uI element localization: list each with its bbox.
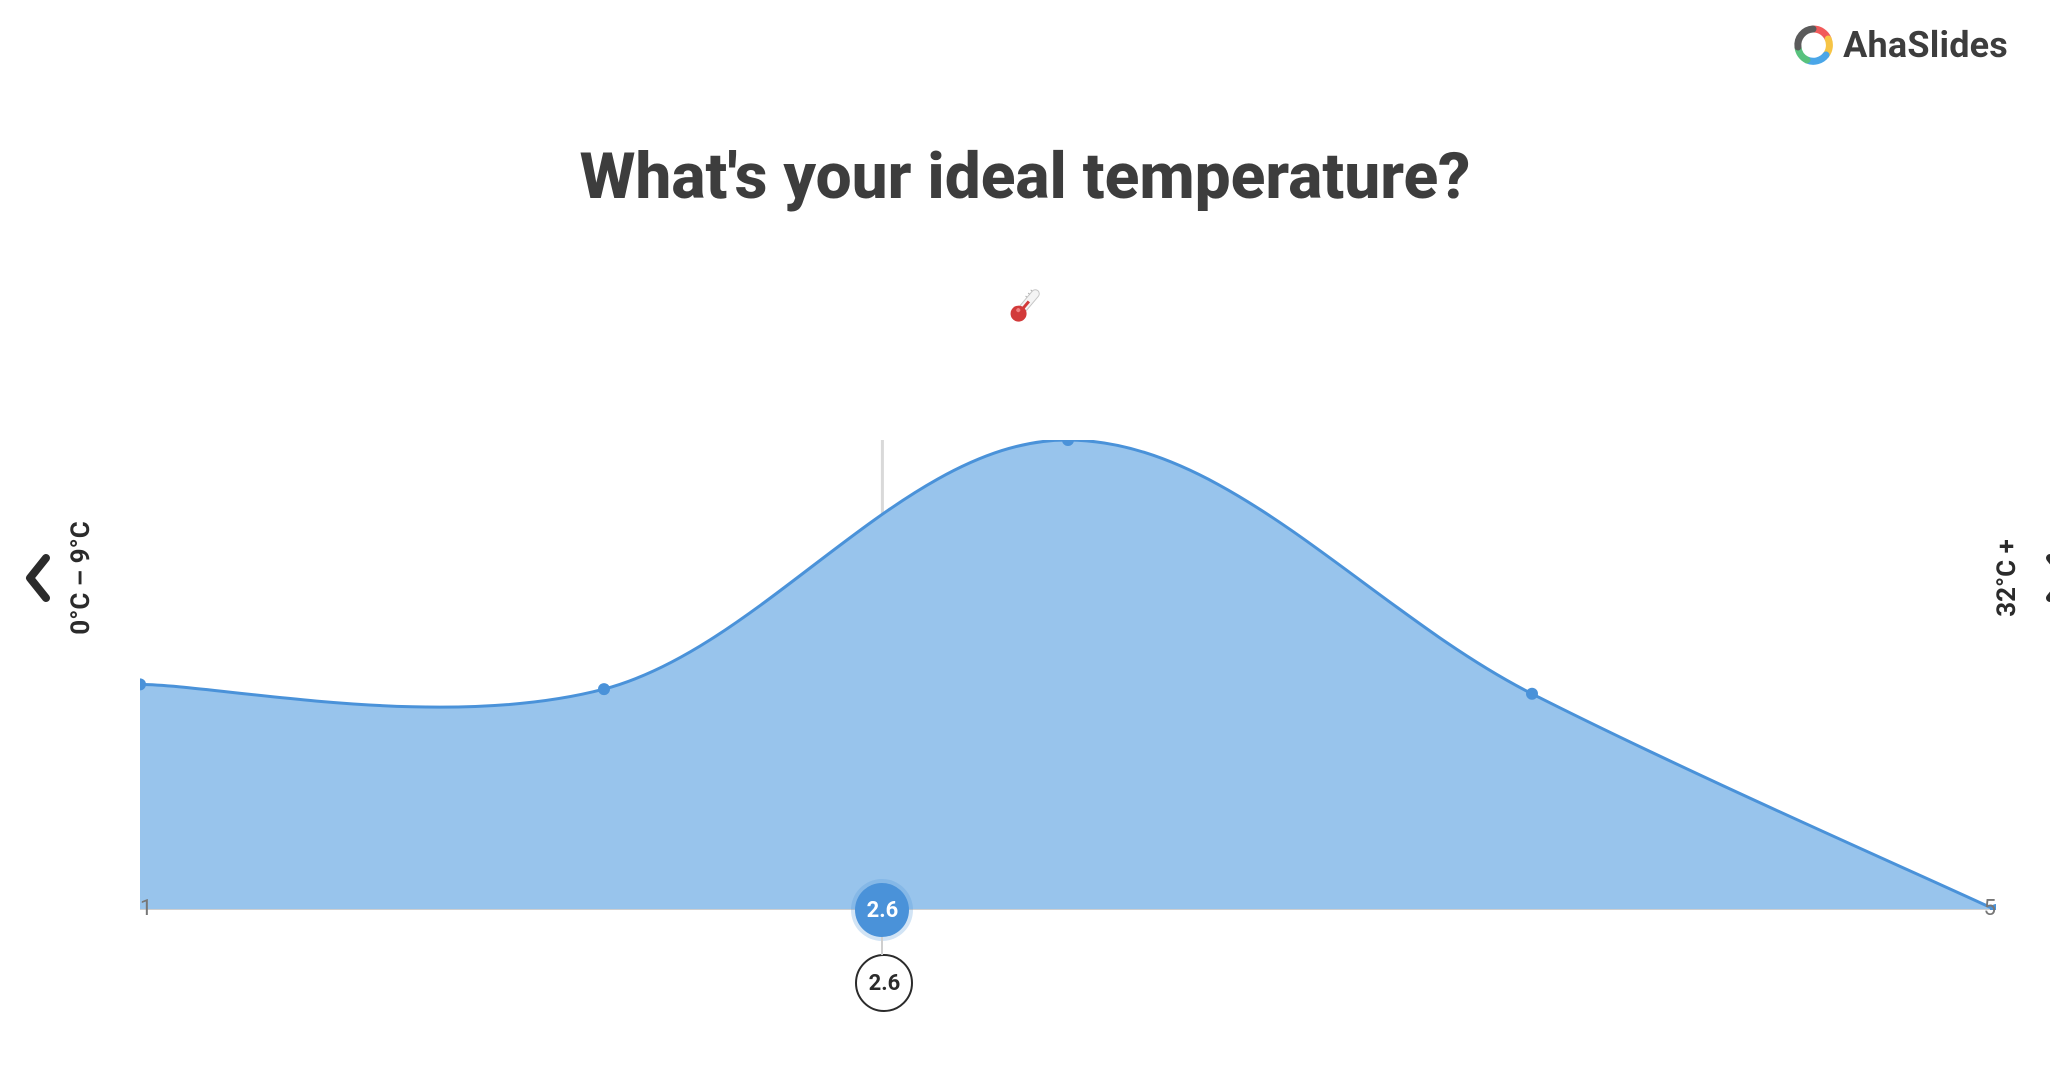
prev-scale-button[interactable] xyxy=(18,550,58,606)
your-value: 2.6 xyxy=(869,971,901,996)
brand: AhaSlides xyxy=(1793,24,2008,66)
brand-name: AhaSlides xyxy=(1843,24,2008,66)
scale-min-label: 0°C – 9°C xyxy=(66,521,96,634)
next-scale-button[interactable] xyxy=(2038,550,2050,606)
brand-logo-icon xyxy=(1793,25,1833,65)
slide-stage: { "brand": { "name": "AhaSlides" }, "tit… xyxy=(0,0,2050,1066)
average-value: 2.6 xyxy=(867,898,899,923)
page-title: What's your ideal temperature? xyxy=(0,139,2050,214)
marker-connector xyxy=(881,937,883,955)
scale-max-label: 32°C + xyxy=(1992,539,2022,617)
x-axis-max: 5 xyxy=(1984,896,1996,921)
distribution-chart xyxy=(140,440,1996,910)
x-axis-min: 1 xyxy=(140,896,152,921)
average-marker: 2.6 xyxy=(855,883,909,937)
your-marker[interactable]: 2.6 xyxy=(855,954,913,1012)
thermometer-icon xyxy=(1001,282,1049,330)
